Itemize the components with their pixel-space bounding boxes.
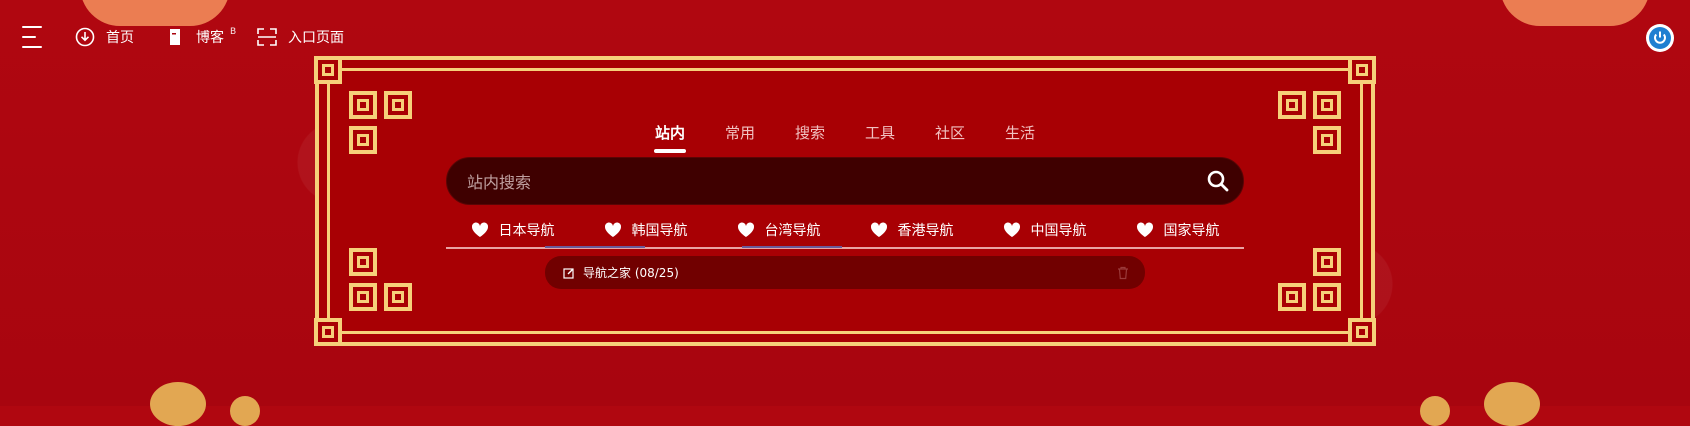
hamburger-menu-icon[interactable] xyxy=(22,26,46,48)
heart-icon xyxy=(870,222,887,237)
quicklink-taiwan[interactable]: 台湾导航 xyxy=(737,220,821,240)
search-box xyxy=(446,157,1244,206)
quicklink-label: 香港导航 xyxy=(897,223,954,239)
quicklink-country[interactable]: 国家导航 xyxy=(1136,220,1220,240)
trash-icon[interactable] xyxy=(1117,266,1129,280)
bottom-coin-decoration-right xyxy=(1420,396,1450,426)
quicklink-label: 韩国导航 xyxy=(631,223,688,239)
tab-community[interactable]: 社区 xyxy=(915,122,985,143)
bottom-lantern-decoration xyxy=(150,382,206,426)
frame-corner-knot-br xyxy=(1278,248,1376,346)
heart-icon xyxy=(737,222,754,237)
history-item-text[interactable]: 导航之家 (08/25) xyxy=(583,264,679,281)
nav-blog-badge: B xyxy=(230,27,237,37)
tab-search[interactable]: 搜索 xyxy=(775,122,845,143)
scan-frame-icon xyxy=(256,26,278,48)
nav-blog-label: 博客 xyxy=(196,30,224,46)
nav-entry-label: 入口页面 xyxy=(288,30,344,46)
bottom-lantern-decoration-right xyxy=(1484,382,1540,426)
quicklink-japan[interactable]: 日本导航 xyxy=(471,220,555,240)
bottom-coin-decoration xyxy=(230,396,260,426)
quicklinks-hover-underline xyxy=(742,246,842,248)
download-circle-icon xyxy=(74,26,96,48)
quicklink-label: 中国导航 xyxy=(1030,223,1087,239)
quicklink-china[interactable]: 中国导航 xyxy=(1003,220,1087,240)
heart-icon xyxy=(604,222,621,237)
search-history-item[interactable]: 导航之家 (08/25) xyxy=(545,256,1145,289)
quicklink-label: 台湾导航 xyxy=(764,223,821,239)
heart-icon xyxy=(471,222,488,237)
tab-common[interactable]: 常用 xyxy=(705,122,775,143)
nav-entry-page[interactable]: 入口页面 xyxy=(256,22,344,52)
quicklink-korea[interactable]: 韩国导航 xyxy=(604,220,688,240)
quicklinks-hover-underline xyxy=(545,246,645,248)
nav-home-label: 首页 xyxy=(106,30,134,46)
frame-corner-knot-bl xyxy=(314,248,412,346)
heart-icon xyxy=(1003,222,1020,237)
quicklink-label: 国家导航 xyxy=(1163,223,1220,239)
bookmark-icon xyxy=(164,26,186,48)
quicklink-hongkong[interactable]: 香港导航 xyxy=(870,220,954,240)
search-icon[interactable] xyxy=(1207,170,1229,192)
search-tabs: 站内 常用 搜索 工具 社区 生活 xyxy=(0,122,1690,153)
quicklink-label: 日本导航 xyxy=(498,223,555,239)
quick-links: 日本导航 韩国导航 台湾导航 香港导航 中国导航 国家导航 xyxy=(446,214,1244,246)
nav-home[interactable]: 首页 xyxy=(74,22,134,52)
tab-site[interactable]: 站内 xyxy=(635,122,705,153)
search-input[interactable] xyxy=(465,158,1189,206)
edit-icon xyxy=(563,267,574,279)
tab-life[interactable]: 生活 xyxy=(985,122,1055,143)
nav-blog[interactable]: 博客 B xyxy=(164,22,236,52)
power-icon[interactable] xyxy=(1646,24,1674,52)
tab-tools[interactable]: 工具 xyxy=(845,122,915,143)
heart-icon xyxy=(1136,222,1153,237)
